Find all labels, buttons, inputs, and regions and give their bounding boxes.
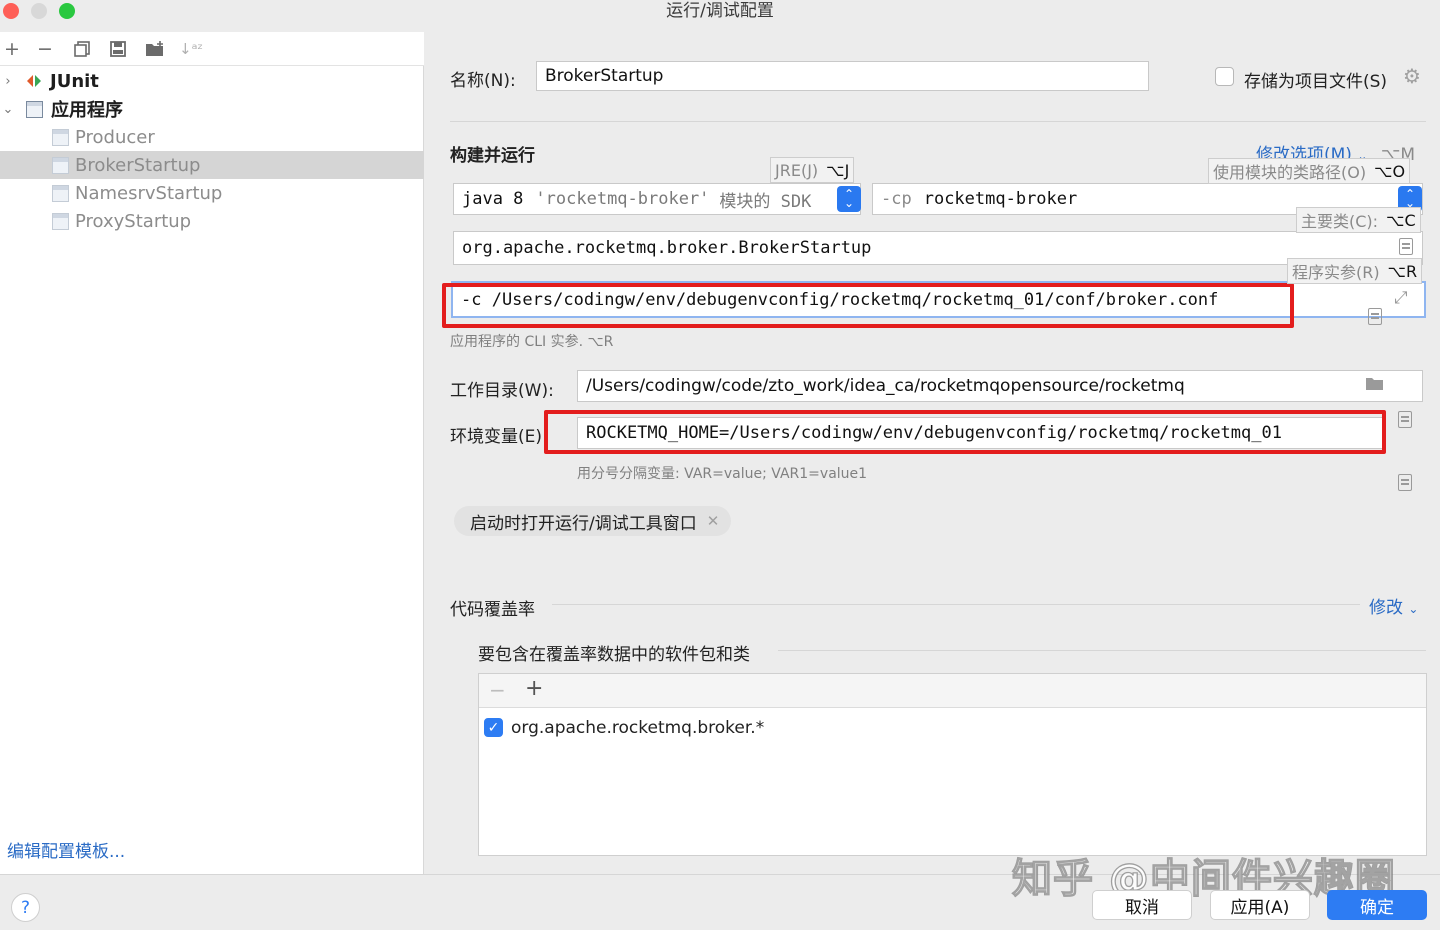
tree-item-label: NamesrvStartup — [75, 182, 223, 204]
env-hint: 用分号分隔变量: VAR=value; VAR1=value1 — [577, 466, 868, 482]
apply-button[interactable]: 应用(A) — [1210, 890, 1310, 920]
ok-button[interactable]: 确定 — [1327, 890, 1427, 920]
jre-suffix: 模块的 SDK — [719, 191, 812, 212]
jre-tooltip: JRE(J) ⌥J — [770, 157, 855, 183]
jre-tooltip-key: ⌥J — [826, 160, 850, 180]
env-doc-icon[interactable] — [1398, 474, 1412, 491]
coverage-item-label: org.apache.rocketmq.broker.* — [511, 718, 765, 738]
tree-item-brokerstartup[interactable]: BrokerStartup — [0, 151, 424, 179]
close-icon[interactable]: ✕ — [707, 512, 720, 530]
build-run-heading: 构建并运行 — [450, 146, 535, 166]
cancel-button[interactable]: 取消 — [1092, 890, 1192, 920]
tree-item-label: BrokerStartup — [75, 154, 201, 176]
copy-config-icon[interactable] — [70, 37, 94, 61]
coverage-modify-label: 修改 — [1369, 598, 1403, 618]
run-config-icon — [52, 156, 69, 174]
run-config-icon — [52, 212, 69, 230]
main-class-input[interactable]: org.apache.rocketmq.broker.BrokerStartup — [453, 231, 1423, 265]
tree-item-junit[interactable]: › JUnit — [0, 67, 424, 95]
application-icon — [26, 100, 43, 118]
tree-item-proxystartup[interactable]: ProxyStartup — [0, 207, 424, 235]
run-config-icon — [52, 128, 69, 146]
tree-item-namesrvstartup[interactable]: NamesrvStartup — [0, 179, 424, 207]
coverage-item-checkbox[interactable]: ✓ — [484, 718, 503, 737]
tree-item-label: Producer — [75, 126, 155, 148]
store-as-project-file-label: 存储为项目文件(S) — [1244, 72, 1388, 92]
gear-icon[interactable]: ⚙ — [1403, 66, 1421, 86]
open-tool-window-chip: 启动时打开运行/调试工具窗口 ✕ — [454, 506, 732, 536]
workdir-doc-icon[interactable] — [1398, 411, 1412, 428]
expand-icon[interactable]: ⤢ — [1394, 288, 1408, 308]
edit-templates-link[interactable]: 编辑配置模板... — [7, 837, 125, 862]
workdir-input[interactable]: /Users/codingw/code/zto_work/idea_ca/roc… — [577, 370, 1423, 402]
tree-item-producer[interactable]: Producer — [0, 123, 424, 151]
new-folder-icon[interactable] — [143, 37, 167, 61]
section-divider — [450, 121, 1426, 122]
name-input[interactable]: BrokerStartup — [536, 61, 1149, 91]
classpath-tooltip-key: ⌥O — [1374, 161, 1406, 181]
main-class-tooltip-key: ⌥C — [1386, 210, 1416, 230]
coverage-include-divider — [778, 650, 1426, 651]
save-config-icon[interactable] — [106, 37, 130, 61]
add-pattern-icon[interactable]: + — [525, 676, 543, 701]
coverage-list-toolbar — [479, 674, 1426, 708]
env-highlight — [544, 410, 1386, 454]
run-config-icon — [52, 184, 69, 202]
remove-pattern-icon[interactable]: − — [489, 678, 506, 702]
tree-toolbar — [0, 32, 424, 66]
main-class-tooltip-label: 主要类(C): — [1301, 212, 1379, 231]
add-config-icon[interactable]: + — [0, 37, 24, 61]
sort-icon[interactable]: ↓ᵃᶻ — [179, 37, 203, 61]
program-args-highlight — [442, 283, 1294, 328]
chevron-down-icon[interactable]: ⌄ — [0, 102, 16, 117]
name-label: 名称(N): — [450, 71, 516, 91]
folder-icon[interactable] — [1365, 376, 1385, 396]
coverage-divider — [552, 604, 1360, 605]
jre-module: 'rocketmq-broker' — [535, 189, 710, 209]
tree-item-label: ProxyStartup — [75, 210, 192, 232]
help-button[interactable]: ? — [11, 893, 40, 922]
env-label: 环境变量(E): — [450, 427, 548, 447]
program-args-tooltip-label: 程序实参(R) — [1292, 263, 1380, 282]
main-class-tooltip: 主要类(C): ⌥C — [1296, 207, 1421, 233]
remove-config-icon[interactable]: − — [33, 37, 57, 61]
program-args-hint: 应用程序的 CLI 实参. ⌥R — [450, 334, 614, 350]
program-args-tooltip-key: ⌥R — [1387, 261, 1418, 281]
chevron-right-icon[interactable]: › — [0, 74, 16, 89]
program-args-doc-icon[interactable] — [1368, 308, 1382, 325]
coverage-modify-link[interactable]: 修改 ⌄ — [1369, 593, 1418, 618]
classpath-tooltip-label: 使用模块的类路径(O) — [1213, 163, 1367, 182]
store-as-project-file-checkbox[interactable] — [1215, 67, 1234, 86]
classpath-module: rocketmq-broker — [923, 189, 1078, 209]
classpath-flag: -cp — [881, 189, 912, 209]
tree-item-label: JUnit — [50, 70, 99, 92]
jre-java-version: java 8 — [462, 189, 524, 209]
junit-icon — [26, 73, 42, 89]
chevron-down-icon: ⌄ — [1408, 602, 1419, 616]
workdir-label: 工作目录(W): — [450, 381, 554, 401]
chip-label: 启动时打开运行/调试工具窗口 — [470, 513, 697, 534]
jre-tooltip-label: JRE(J) — [775, 160, 819, 180]
browse-class-icon[interactable] — [1399, 238, 1413, 255]
program-args-tooltip: 程序实参(R) ⌥R — [1287, 258, 1423, 284]
classpath-tooltip: 使用模块的类路径(O) ⌥O — [1208, 158, 1411, 184]
jre-dropdown-icon[interactable]: ⌃ ⌄ — [837, 186, 861, 212]
coverage-heading: 代码覆盖率 — [450, 600, 535, 620]
coverage-include-label: 要包含在覆盖率数据中的软件包和类 — [478, 645, 750, 665]
window-title: 运行/调试配置 — [666, 1, 774, 21]
tree-item-application[interactable]: ⌄ 应用程序 — [0, 95, 424, 123]
jre-select[interactable]: java 8 'rocketmq-broker' 模块的 SDK — [453, 183, 861, 215]
tree-item-label: 应用程序 — [51, 100, 123, 121]
